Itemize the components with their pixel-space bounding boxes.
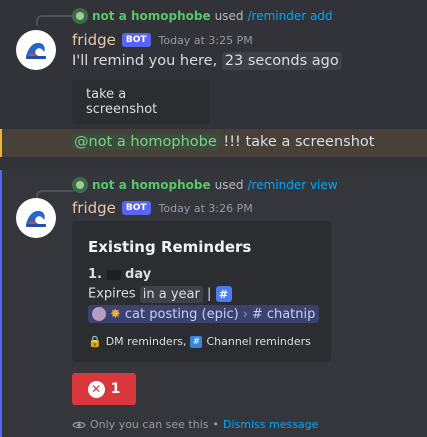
used-label: used: [214, 178, 244, 192]
delete-reminder-button[interactable]: ✕ 1: [72, 373, 136, 405]
emoji-icon: [106, 269, 121, 280]
mention-message-text: !!! take a screenshot: [223, 134, 375, 150]
channel-mention-pill[interactable]: ✸ cat posting (epic) › # chatnip: [88, 305, 320, 323]
reminder-item-name: day: [125, 267, 152, 282]
server-avatar-icon: [92, 307, 106, 321]
expiry-timestamp[interactable]: in a year: [139, 285, 203, 303]
footer-channel-label: Channel reminders: [206, 335, 311, 348]
reminder-expiry: Expires in a year | #: [88, 285, 232, 303]
reply-reference[interactable]: not a homophobe used /reminder view: [72, 177, 338, 193]
reply-reference[interactable]: not a homophobe used /reminder add: [72, 8, 333, 24]
hashtag-icon: #: [251, 306, 263, 322]
dismiss-message-link[interactable]: Dismiss message: [223, 418, 318, 431]
bot-avatar[interactable]: [16, 30, 56, 70]
fridge-avatar-icon: [21, 203, 51, 233]
close-icon: ✕: [87, 380, 105, 398]
author-name[interactable]: fridge: [72, 31, 116, 49]
sparkle-icon: ✸: [110, 306, 121, 322]
replied-user-avatar[interactable]: [72, 8, 88, 24]
footer-dm-label: DM reminders,: [105, 335, 187, 348]
message-timestamp[interactable]: Today at 3:25 PM: [159, 34, 253, 47]
embed-footer: 🔒 DM reminders, # Channel reminders: [88, 335, 311, 348]
replied-user-avatar[interactable]: [72, 177, 88, 193]
channel-name: chatnip: [266, 306, 316, 322]
chevron-right-icon: ›: [242, 306, 248, 322]
channel-hash-icon: #: [215, 286, 232, 302]
relative-timestamp[interactable]: 23 seconds ago: [221, 52, 342, 70]
reply-connector: [36, 15, 74, 26]
reminder-quote-card: take a screenshot: [72, 80, 210, 124]
author-name[interactable]: fridge: [72, 199, 116, 217]
mention-message-content: @not a homophobe !!! take a screenshot: [72, 134, 374, 150]
message-content: I'll remind you here, 23 seconds ago: [72, 52, 342, 70]
ephemeral-notice: Only you can see this • Dismiss message: [72, 418, 318, 431]
lock-icon: 🔒: [88, 335, 102, 348]
ephemeral-notice-text: Only you can see this: [90, 418, 209, 431]
channel-category: cat posting (epic): [124, 306, 239, 322]
eye-icon: [72, 421, 86, 428]
slash-command-link[interactable]: /reminder add: [247, 9, 332, 23]
bot-badge: BOT: [121, 33, 151, 47]
user-mention[interactable]: @not a homophobe: [72, 134, 219, 150]
reminder-confirmation-text: I'll remind you here,: [72, 53, 218, 69]
fridge-avatar-icon: [21, 35, 51, 65]
reminder-text: take a screenshot: [86, 87, 158, 117]
message-timestamp[interactable]: Today at 3:26 PM: [159, 202, 253, 215]
delete-button-count: 1: [110, 381, 121, 397]
replied-user-name[interactable]: not a homophobe: [92, 9, 211, 23]
reminder-item-title: 1. day: [88, 267, 151, 282]
slash-command-link[interactable]: /reminder view: [247, 178, 337, 192]
separator: |: [206, 286, 212, 302]
channel-link[interactable]: ✸ cat posting (epic) › # chatnip: [88, 305, 320, 325]
separator-dot: •: [212, 418, 220, 431]
message-header: fridge BOT Today at 3:26 PM: [72, 199, 253, 217]
reminder-item-number: 1.: [88, 267, 102, 282]
channel-icon: #: [190, 335, 203, 348]
used-label: used: [214, 9, 244, 23]
bot-avatar[interactable]: [16, 198, 56, 238]
reminders-embed: Existing Reminders 1. day Expires in a y…: [72, 221, 331, 362]
embed-title: Existing Reminders: [88, 238, 252, 256]
replied-user-name[interactable]: not a homophobe: [92, 178, 211, 192]
expires-label: Expires: [88, 286, 136, 302]
message-header: fridge BOT Today at 3:25 PM: [72, 31, 253, 49]
bot-badge: BOT: [121, 201, 151, 215]
